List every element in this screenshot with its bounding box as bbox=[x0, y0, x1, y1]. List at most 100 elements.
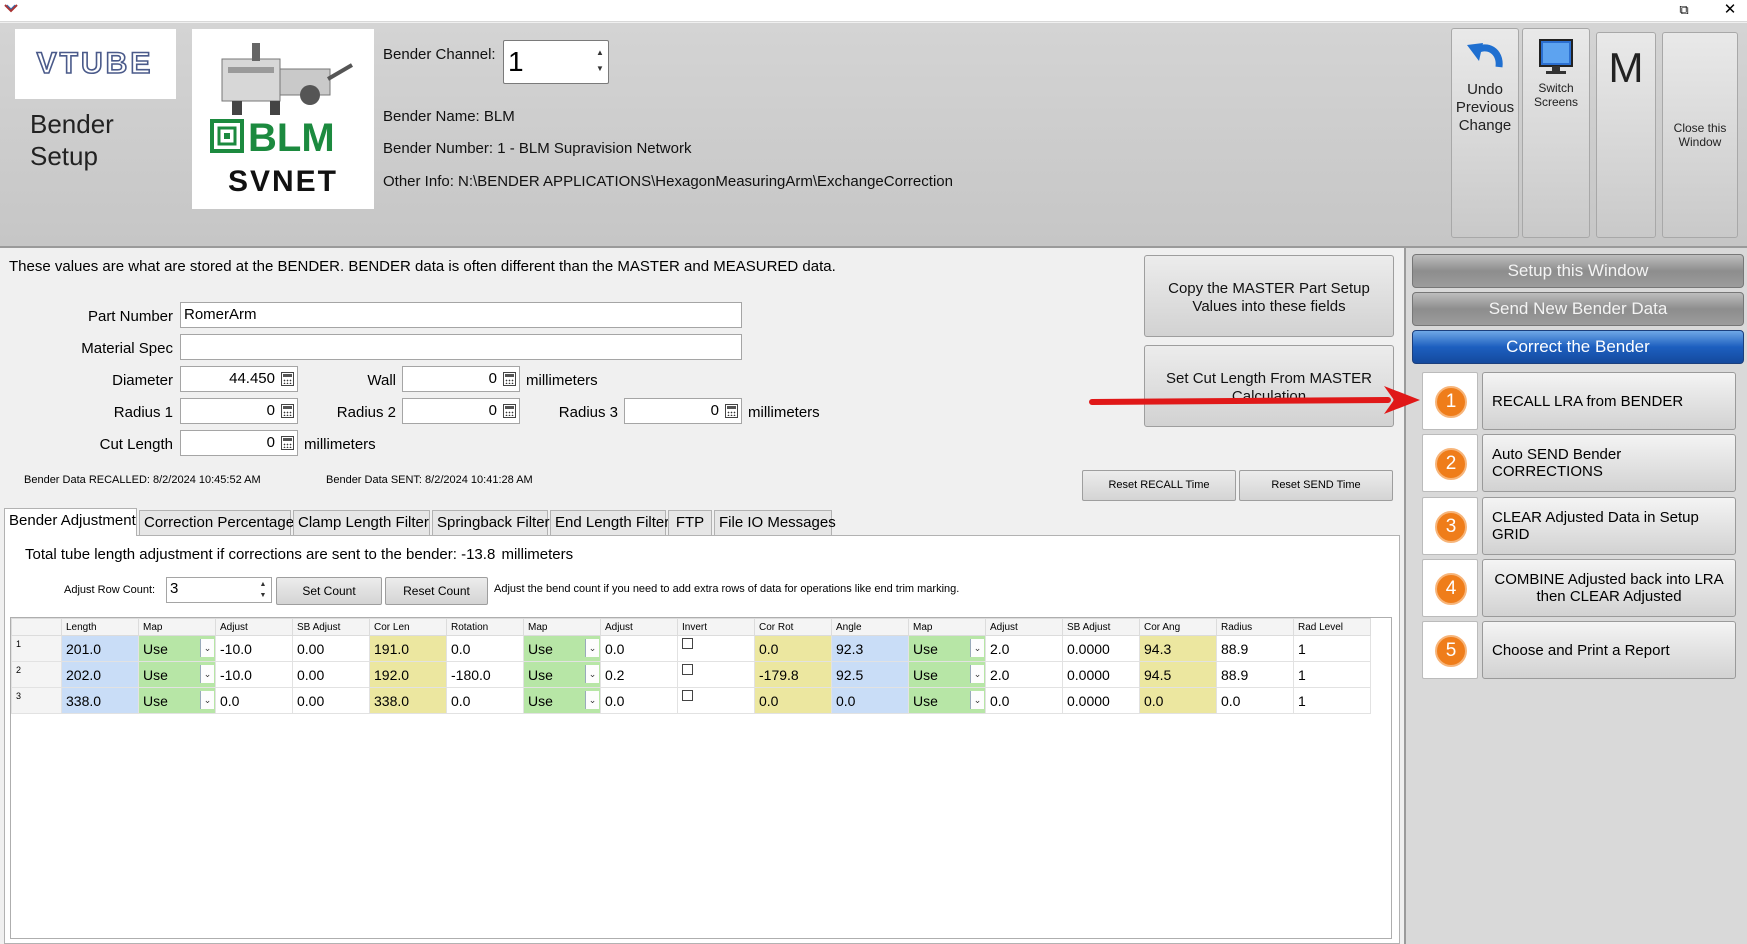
grid-cell[interactable] bbox=[677, 635, 755, 662]
map-dropdown-cell[interactable]: Use ⌄ bbox=[138, 635, 216, 662]
grid-cell[interactable] bbox=[677, 687, 755, 714]
diameter-field[interactable]: 44.450 bbox=[180, 366, 298, 392]
grid-cell[interactable]: 1 bbox=[1293, 687, 1371, 714]
grid-cell[interactable]: 201.0 bbox=[61, 635, 139, 662]
radius-1-field[interactable]: 0 bbox=[180, 398, 298, 424]
grid-cell[interactable]: 0.0 bbox=[446, 635, 524, 662]
grid-column-header[interactable]: Adjust bbox=[215, 618, 293, 636]
invert-checkbox[interactable] bbox=[682, 689, 693, 701]
copy-master-values-button[interactable]: Copy the MASTER Part Setup Values into t… bbox=[1144, 255, 1394, 337]
dropdown-arrow-icon[interactable]: ⌄ bbox=[585, 639, 599, 657]
calculator-icon[interactable] bbox=[503, 372, 516, 386]
combine-adjusted-button[interactable]: COMBINE Adjusted back into LRA then CLEA… bbox=[1482, 559, 1736, 617]
grid-cell[interactable]: 0.2 bbox=[600, 661, 678, 688]
grid-cell[interactable]: 88.9 bbox=[1216, 635, 1294, 662]
grid-column-header[interactable]: Map bbox=[138, 618, 216, 636]
grid-cell[interactable]: 192.0 bbox=[369, 661, 447, 688]
setup-this-window-button[interactable]: Setup this Window bbox=[1412, 254, 1744, 288]
grid-cell[interactable]: 2.0 bbox=[985, 635, 1063, 662]
grid-column-header[interactable]: SB Adjust bbox=[292, 618, 370, 636]
grid-cell[interactable]: -10.0 bbox=[215, 635, 293, 662]
grid-cell[interactable]: -179.8 bbox=[754, 661, 832, 688]
grid-cell[interactable]: 92.3 bbox=[831, 635, 909, 662]
grid-cell[interactable] bbox=[677, 661, 755, 688]
tab-correction-percentage[interactable]: Correction Percentage bbox=[139, 510, 294, 535]
radius-2-field[interactable]: 0 bbox=[402, 398, 520, 424]
grid-cell[interactable]: 338.0 bbox=[369, 687, 447, 714]
grid-cell[interactable]: 94.5 bbox=[1139, 661, 1217, 688]
grid-cell[interactable]: 0.0 bbox=[1139, 687, 1217, 714]
cut-length-field[interactable]: 0 bbox=[180, 430, 298, 456]
grid-cell[interactable]: 0.0 bbox=[600, 635, 678, 662]
reset-recall-time-button[interactable]: Reset RECALL Time bbox=[1082, 470, 1236, 501]
clear-adjusted-data-button[interactable]: CLEAR Adjusted Data in Setup GRID bbox=[1482, 497, 1736, 555]
map-dropdown-cell[interactable]: Use ⌄ bbox=[908, 635, 986, 662]
auto-send-corrections-button[interactable]: Auto SEND Bender CORRECTIONS bbox=[1482, 434, 1736, 492]
tab-bender-adjustment[interactable]: Bender Adjustment bbox=[4, 508, 137, 536]
tab-end-length-filter[interactable]: End Length Filter bbox=[550, 510, 669, 535]
dropdown-arrow-icon[interactable]: ⌄ bbox=[970, 665, 984, 683]
dropdown-arrow-icon[interactable]: ⌄ bbox=[970, 639, 984, 657]
table-row[interactable]: 2 202.0 Use ⌄ -10.0 0.00 192.0 -180.0 Use ⌄ 0.2 -17… bbox=[11, 661, 1371, 688]
grid-cell[interactable]: 0.0 bbox=[754, 687, 832, 714]
grid-column-header[interactable]: Map bbox=[908, 618, 986, 636]
dropdown-arrow-icon[interactable]: ⌄ bbox=[585, 665, 599, 683]
grid-cell[interactable]: 338.0 bbox=[61, 687, 139, 714]
dropdown-arrow-icon[interactable]: ⌄ bbox=[970, 691, 984, 709]
grid-cell[interactable]: 0.0000 bbox=[1062, 635, 1140, 662]
invert-checkbox[interactable] bbox=[682, 637, 693, 649]
spinner-arrows-icon[interactable]: ▲ ▼ bbox=[258, 579, 268, 601]
switch-screens-button[interactable]: Switch Screens bbox=[1522, 28, 1590, 238]
grid-column-header[interactable]: Cor Len bbox=[369, 618, 447, 636]
table-row[interactable]: 1 201.0 Use ⌄ -10.0 0.00 191.0 0.0 Use ⌄ 0.0 0.0 92.… bbox=[11, 635, 1371, 662]
bender-channel-spinner[interactable]: 1 ▲ ▼ bbox=[503, 40, 609, 84]
calculator-icon[interactable] bbox=[725, 404, 738, 418]
map-dropdown-cell[interactable]: Use ⌄ bbox=[908, 661, 986, 688]
grid-cell[interactable]: 0.00 bbox=[292, 661, 370, 688]
grid-cell[interactable]: 0.0 bbox=[600, 687, 678, 714]
grid-column-header[interactable]: Cor Ang bbox=[1139, 618, 1217, 636]
grid-column-header[interactable]: Rad Level bbox=[1293, 618, 1371, 636]
dropdown-arrow-icon[interactable]: ⌄ bbox=[200, 691, 214, 709]
grid-cell[interactable]: 0.0 bbox=[446, 687, 524, 714]
grid-column-header[interactable]: Rotation bbox=[446, 618, 524, 636]
send-new-bender-data-button[interactable]: Send New Bender Data bbox=[1412, 292, 1744, 326]
correct-the-bender-button[interactable]: Correct the Bender bbox=[1412, 330, 1744, 364]
tab-file-io-messages[interactable]: File IO Messages bbox=[714, 510, 836, 535]
print-report-button[interactable]: Choose and Print a Report bbox=[1482, 621, 1736, 679]
grid-cell[interactable]: -180.0 bbox=[446, 661, 524, 688]
wall-field[interactable]: 0 bbox=[402, 366, 520, 392]
tab-clamp-length-filter[interactable]: Clamp Length Filter bbox=[293, 510, 430, 535]
grid-cell[interactable]: 0.0 bbox=[754, 635, 832, 662]
grid-cell[interactable]: 1 bbox=[1293, 661, 1371, 688]
grid-column-header[interactable] bbox=[11, 618, 62, 636]
tab-springback-filter[interactable]: Springback Filter bbox=[432, 510, 550, 535]
grid-column-header[interactable]: Cor Rot bbox=[754, 618, 832, 636]
grid-cell[interactable]: 202.0 bbox=[61, 661, 139, 688]
table-row[interactable]: 3 338.0 Use ⌄ 0.0 0.00 338.0 0.0 Use ⌄ 0.0 0.0 0.0 Us… bbox=[11, 687, 1371, 714]
grid-cell[interactable]: 0.0 bbox=[831, 687, 909, 714]
grid-cell[interactable]: 0.0 bbox=[215, 687, 293, 714]
calculator-icon[interactable] bbox=[281, 404, 294, 418]
reset-send-time-button[interactable]: Reset SEND Time bbox=[1239, 470, 1393, 501]
grid-cell[interactable]: 0.00 bbox=[292, 687, 370, 714]
grid-cell[interactable]: 191.0 bbox=[369, 635, 447, 662]
grid-column-header[interactable]: Adjust bbox=[985, 618, 1063, 636]
grid-cell[interactable]: 0.0000 bbox=[1062, 661, 1140, 688]
recall-lra-button[interactable]: RECALL LRA from BENDER bbox=[1482, 372, 1736, 430]
calculator-icon[interactable] bbox=[281, 436, 294, 450]
grid-column-header[interactable]: Radius bbox=[1216, 618, 1294, 636]
grid-column-header[interactable]: SB Adjust bbox=[1062, 618, 1140, 636]
calculator-icon[interactable] bbox=[281, 372, 294, 386]
adjust-row-count-spinner[interactable]: 3 ▲ ▼ bbox=[166, 577, 272, 603]
close-this-window-button[interactable]: Close this Window bbox=[1662, 32, 1738, 238]
close-window-icon[interactable]: ✕ bbox=[1722, 2, 1738, 18]
grid-cell[interactable]: 0.0 bbox=[985, 687, 1063, 714]
radius-3-field[interactable]: 0 bbox=[624, 398, 742, 424]
map-dropdown-cell[interactable]: Use ⌄ bbox=[908, 687, 986, 714]
grid-cell[interactable]: 2.0 bbox=[985, 661, 1063, 688]
tab-ftp[interactable]: FTP bbox=[668, 510, 712, 535]
grid-cell[interactable]: 1 bbox=[1293, 635, 1371, 662]
grid-column-header[interactable]: Angle bbox=[831, 618, 909, 636]
invert-checkbox[interactable] bbox=[682, 663, 693, 675]
